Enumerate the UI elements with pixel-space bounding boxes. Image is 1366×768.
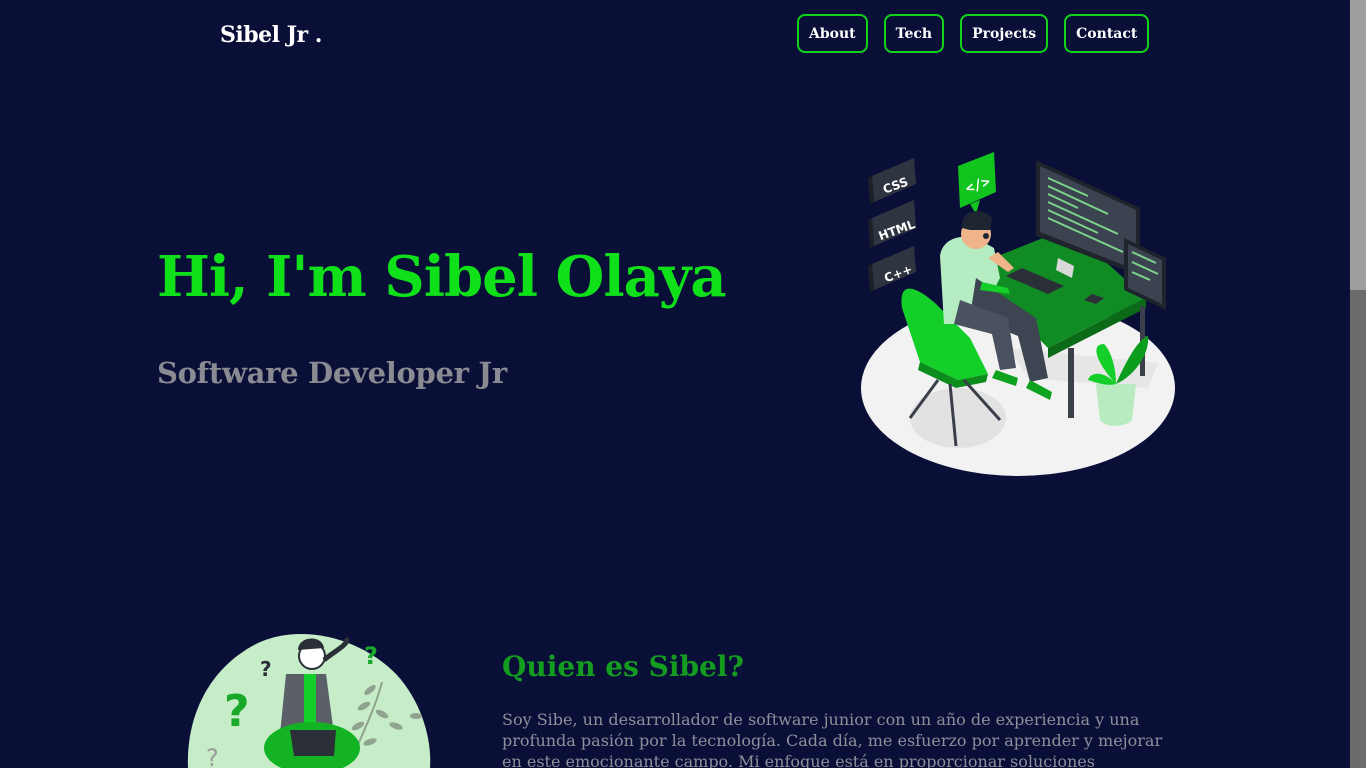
svg-text:?: ? xyxy=(260,657,272,681)
thinking-person-illustration: ? ? ? ? xyxy=(187,634,431,768)
about-text: Soy Sibe, un desarrollador de software j… xyxy=(502,710,1163,768)
developer-at-desk-illustration: CSS HTML C++ </> xyxy=(861,152,1175,476)
page-scrollbar[interactable] xyxy=(1350,0,1366,768)
portfolio-page: Sibel Jr . About Tech Projects Contact H… xyxy=(0,0,1350,768)
svg-text:?: ? xyxy=(224,686,250,737)
about-title: Quien es Sibel? xyxy=(502,650,744,683)
scrollbar-thumb[interactable] xyxy=(1350,0,1366,290)
nav-projects-button[interactable]: Projects xyxy=(960,14,1049,53)
svg-text:?: ? xyxy=(364,642,378,670)
main-nav: About Tech Projects Contact xyxy=(797,14,1150,53)
nav-contact-button[interactable]: Contact xyxy=(1064,14,1150,53)
nav-about-button[interactable]: About xyxy=(797,14,868,53)
code-badge-icon: </> xyxy=(958,152,996,214)
hero-subtitle: Software Developer Jr xyxy=(157,356,507,390)
hero-title: Hi, I'm Sibel Olaya xyxy=(157,244,727,310)
site-logo[interactable]: Sibel Jr . xyxy=(220,22,322,48)
cpp-badge-icon: C++ xyxy=(868,246,916,292)
css-badge-icon: CSS xyxy=(868,158,916,204)
nav-tech-button[interactable]: Tech xyxy=(883,14,945,53)
html-badge-icon: HTML xyxy=(868,200,917,248)
svg-text:?: ? xyxy=(206,744,219,768)
